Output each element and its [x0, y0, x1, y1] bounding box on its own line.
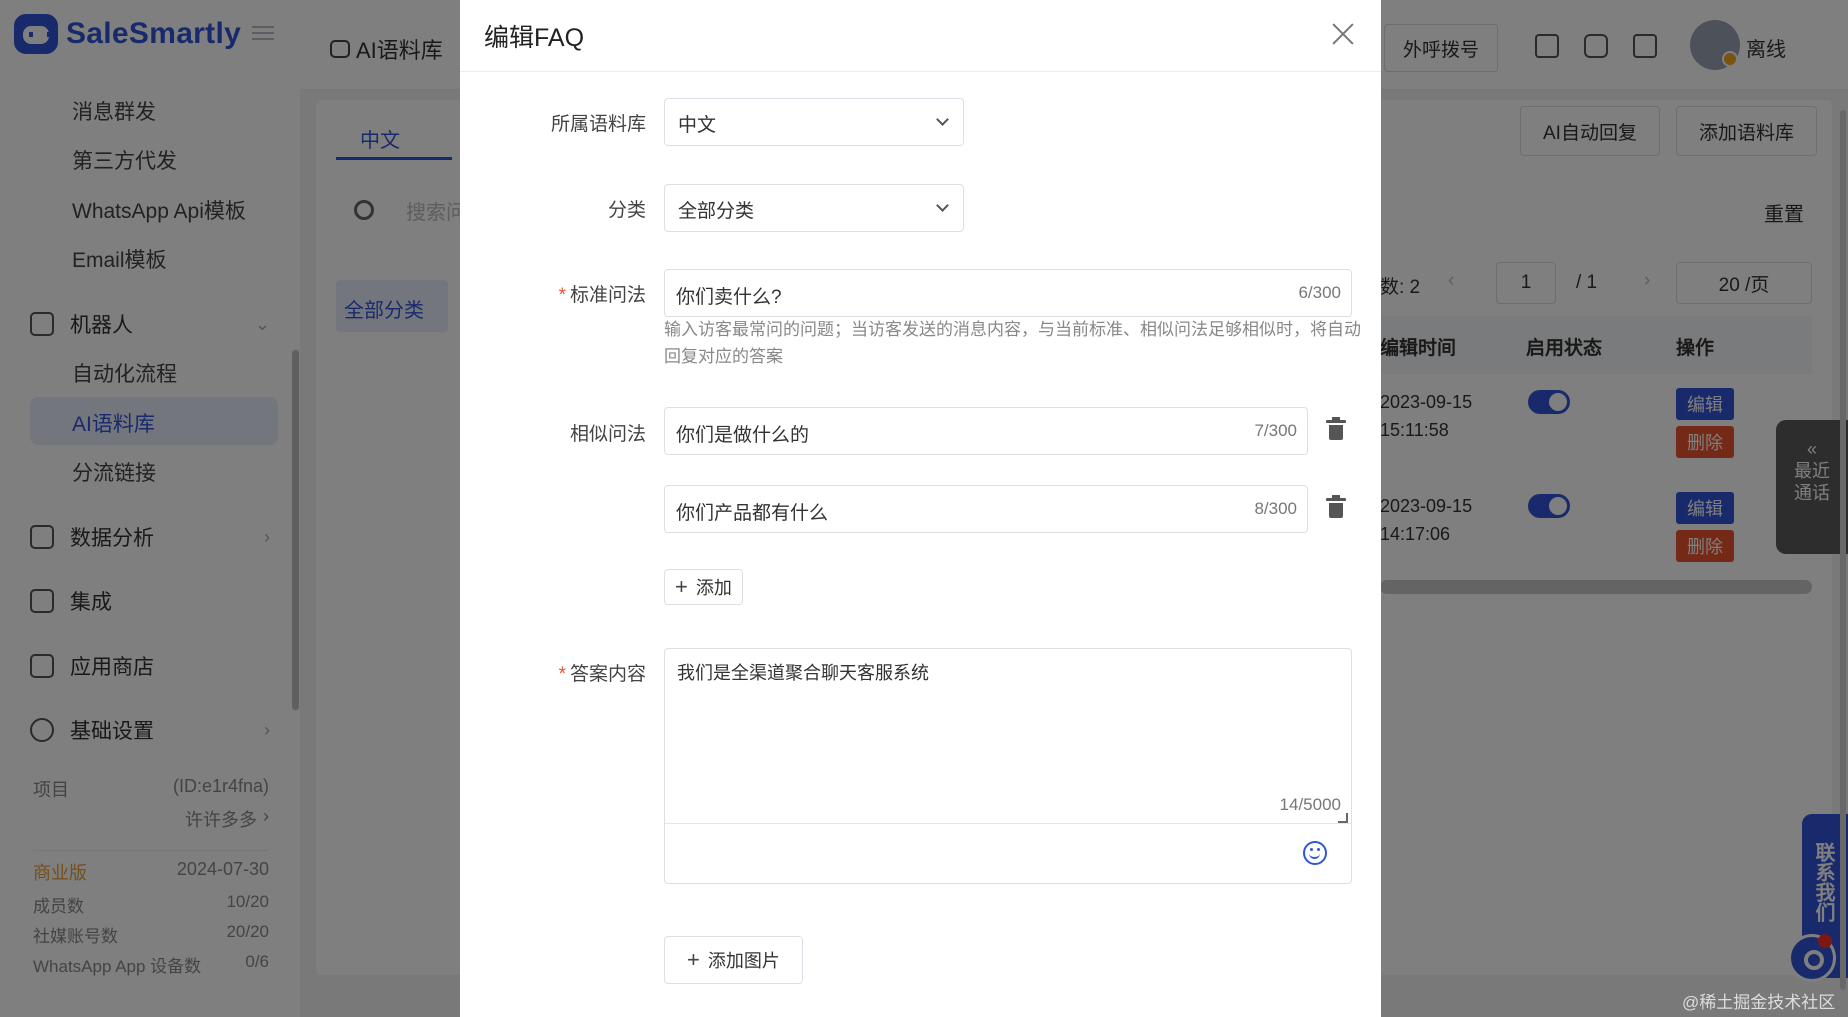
category-select[interactable]: 全部分类 [664, 184, 964, 232]
question-label: * 标准问法 [558, 285, 646, 306]
answer-editor[interactable]: 我们是全渠道聚合聊天客服系统 14/5000 [664, 648, 1352, 884]
divider [665, 823, 1351, 824]
question-hint: 输入访客最常问的问题；当访客发送的消息内容，与当前标准、相似问法足够相似时，将自… [664, 320, 1361, 366]
similar-question-value: 你们是做什么的 [676, 425, 810, 446]
dialog-header: 编辑FAQ [460, 0, 1381, 72]
corpus-select-value: 中文 [678, 115, 717, 136]
category-select-value: 全部分类 [678, 201, 755, 222]
chevron-down-icon [936, 113, 949, 126]
similar-question-value: 你们产品都有什么 [676, 503, 829, 524]
plus-icon: + [687, 947, 700, 972]
watermark: @稀土掘金技术社区 [1682, 993, 1836, 1012]
similar-label: 相似问法 [569, 424, 646, 445]
corpus-label: 所属语料库 [550, 114, 646, 135]
answer-label: * 答案内容 [558, 664, 646, 685]
required-mark: * [558, 285, 566, 306]
emoji-icon[interactable] [1303, 841, 1327, 865]
char-counter: 6/300 [1298, 283, 1341, 302]
close-icon[interactable] [1331, 22, 1355, 46]
add-similar-label: 添加 [695, 578, 732, 598]
dialog-title: 编辑FAQ [484, 24, 585, 52]
corpus-select[interactable]: 中文 [664, 98, 964, 146]
edit-faq-dialog: 编辑FAQ 所属语料库 中文 分类 全部分类 * 标准问法 你们卖什么? 6/30… [460, 0, 1381, 1017]
category-label: 分类 [607, 200, 646, 221]
add-image-label: 添加图片 [707, 951, 780, 971]
resize-handle[interactable] [1338, 813, 1348, 823]
standard-question-value: 你们卖什么? [676, 287, 782, 308]
required-mark: * [558, 664, 566, 685]
answer-textarea[interactable]: 我们是全渠道聚合聊天客服系统 [677, 659, 929, 685]
plus-icon: + [675, 574, 688, 599]
trash-icon[interactable] [1326, 495, 1346, 518]
trash-icon[interactable] [1326, 417, 1346, 440]
add-image-button[interactable]: + 添加图片 [664, 936, 803, 984]
char-counter: 14/5000 [1279, 795, 1341, 814]
similar-question-input[interactable]: 你们是做什么的 7/300 [664, 407, 1308, 455]
chevron-down-icon [936, 199, 949, 212]
char-counter: 7/300 [1254, 421, 1297, 440]
add-similar-button[interactable]: + 添加 [664, 569, 743, 605]
standard-question-input[interactable]: 你们卖什么? 6/300 [664, 269, 1352, 317]
char-counter: 8/300 [1254, 499, 1297, 518]
similar-question-input[interactable]: 你们产品都有什么 8/300 [664, 485, 1308, 533]
